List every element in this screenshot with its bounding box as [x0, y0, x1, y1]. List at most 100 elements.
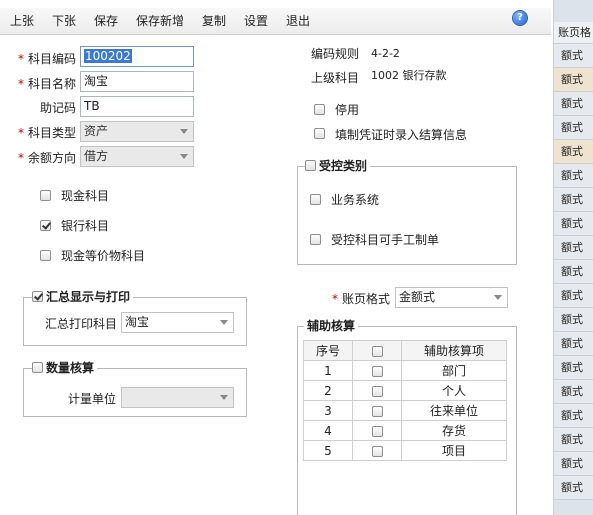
- aux-row-checkbox[interactable]: [371, 405, 383, 417]
- background-cell: 额式: [554, 332, 593, 356]
- name-input[interactable]: 淘宝: [80, 71, 194, 92]
- aux-header-row: 序号 辅助核算项: [303, 340, 507, 361]
- quantity-unit-select[interactable]: [121, 387, 234, 408]
- table-row: 4 存货: [303, 420, 507, 441]
- parent-value: 1002 银行存款: [371, 69, 447, 82]
- type-label: * 科目类型: [18, 126, 77, 140]
- aux-row-item: 部门: [401, 360, 507, 381]
- aux-table: 序号 辅助核算项 1 部门 2 个人 3 往来单位 4 存货 5 项目: [303, 340, 507, 461]
- settlement-label: 填制凭证时录入结算信息: [335, 128, 468, 142]
- bank-checkbox[interactable]: [40, 220, 51, 231]
- background-cell: 额式: [554, 404, 593, 428]
- controlled-checkbox[interactable]: [305, 160, 316, 171]
- bank-label: 银行科目: [61, 219, 110, 233]
- disabled-label: 停用: [335, 103, 360, 117]
- background-cell: 额式: [554, 68, 593, 92]
- ledger-label: * 账页格式: [332, 292, 391, 306]
- background-cell: 额式: [554, 428, 593, 452]
- aux-row-checkbox[interactable]: [371, 385, 383, 397]
- controlled-title: 受控类别: [316, 159, 371, 173]
- aux-row-no: 5: [303, 440, 353, 461]
- aux-row-item: 个人: [401, 380, 507, 401]
- chevron-down-icon: [180, 129, 188, 134]
- background-cell: 额式: [554, 284, 593, 308]
- parent-label: 上级科目: [311, 71, 360, 85]
- background-cell: 额式: [554, 140, 593, 164]
- code-label: * 科目编码: [18, 52, 77, 66]
- manual-label: 受控科目可手工制单: [331, 233, 440, 247]
- code-rule-label: 编码规则: [311, 47, 360, 61]
- chevron-down-icon: [220, 320, 228, 325]
- balance-label: * 余额方向: [18, 151, 77, 165]
- table-row: 1 部门: [303, 360, 507, 381]
- exit-button[interactable]: 退出: [286, 8, 310, 34]
- aux-col-check: [352, 340, 402, 361]
- mnemonic-input[interactable]: TB: [80, 96, 194, 117]
- help-icon[interactable]: ?: [513, 11, 527, 25]
- aux-row-no: 4: [303, 420, 353, 441]
- background-cell: 额式: [554, 236, 593, 260]
- business-label: 业务系统: [331, 193, 380, 207]
- background-header: 账页格: [554, 22, 593, 44]
- quantity-title: 数量核算: [43, 361, 98, 375]
- toolbar: 上张 下张 保存 保存新增 复制 设置 退出: [0, 8, 551, 35]
- copy-button[interactable]: 复制: [202, 8, 226, 34]
- background-cell: 额式: [554, 308, 593, 332]
- aux-row-item: 项目: [401, 440, 507, 461]
- aux-row-no: 3: [303, 400, 353, 421]
- aux-row-checkbox[interactable]: [371, 365, 383, 377]
- background-cell: 额式: [554, 188, 593, 212]
- background-cell: 额式: [554, 116, 593, 140]
- aux-col-no: 序号: [303, 340, 353, 361]
- prev-button[interactable]: 上张: [10, 8, 34, 34]
- cash-equiv-checkbox[interactable]: [40, 250, 51, 261]
- code-input[interactable]: 100202: [80, 46, 194, 67]
- background-cell: 额式: [554, 356, 593, 380]
- manual-checkbox[interactable]: [310, 234, 321, 245]
- quantity-checkbox[interactable]: [32, 362, 43, 373]
- save-new-button[interactable]: 保存新增: [136, 8, 184, 34]
- background-cell: 额式: [554, 92, 593, 116]
- background-cell: 额式: [554, 44, 593, 68]
- background-cell: 额式: [554, 380, 593, 404]
- aux-title: 辅助核算: [304, 319, 359, 333]
- chevron-down-icon: [494, 295, 502, 300]
- disabled-checkbox[interactable]: [314, 104, 325, 115]
- type-select[interactable]: 资产: [80, 121, 194, 142]
- background-cell: 额式: [554, 452, 593, 476]
- chevron-down-icon: [220, 395, 228, 400]
- chevron-down-icon: [180, 154, 188, 159]
- save-button[interactable]: 保存: [94, 8, 118, 34]
- aux-row-item: 往来单位: [401, 400, 507, 421]
- table-row: 3 往来单位: [303, 400, 507, 421]
- controlled-group: [297, 166, 517, 265]
- aux-row-checkbox[interactable]: [371, 425, 383, 437]
- mnemonic-label: 助记码: [40, 101, 77, 115]
- background-cell: 额式: [554, 164, 593, 188]
- summary-print-label: 汇总打印科目: [45, 317, 118, 331]
- ledger-select[interactable]: 金额式: [395, 287, 508, 308]
- business-checkbox[interactable]: [310, 194, 321, 205]
- cash-label: 现金科目: [61, 189, 110, 203]
- settings-button[interactable]: 设置: [244, 8, 268, 34]
- aux-col-item: 辅助核算项: [401, 340, 507, 361]
- aux-row-checkbox[interactable]: [371, 445, 383, 457]
- quantity-unit-label: 计量单位: [68, 392, 117, 406]
- aux-row-no: 1: [303, 360, 353, 381]
- aux-row-no: 2: [303, 380, 353, 401]
- next-button[interactable]: 下张: [52, 8, 76, 34]
- aux-row-item: 存货: [401, 420, 507, 441]
- summary-print-select[interactable]: 淘宝: [121, 312, 234, 333]
- summary-title: 汇总显示与打印: [43, 290, 134, 304]
- background-cell: 额式: [554, 476, 593, 500]
- settlement-checkbox[interactable]: [314, 128, 325, 139]
- balance-select[interactable]: 借方: [80, 146, 194, 167]
- table-row: 2 个人: [303, 380, 507, 401]
- cash-checkbox[interactable]: [40, 190, 51, 201]
- name-label: * 科目名称: [18, 77, 77, 91]
- summary-checkbox[interactable]: [32, 291, 43, 302]
- table-row: 5 项目: [303, 440, 507, 461]
- aux-select-all-checkbox[interactable]: [371, 345, 383, 357]
- background-cell: 额式: [554, 212, 593, 236]
- background-cell: 额式: [554, 260, 593, 284]
